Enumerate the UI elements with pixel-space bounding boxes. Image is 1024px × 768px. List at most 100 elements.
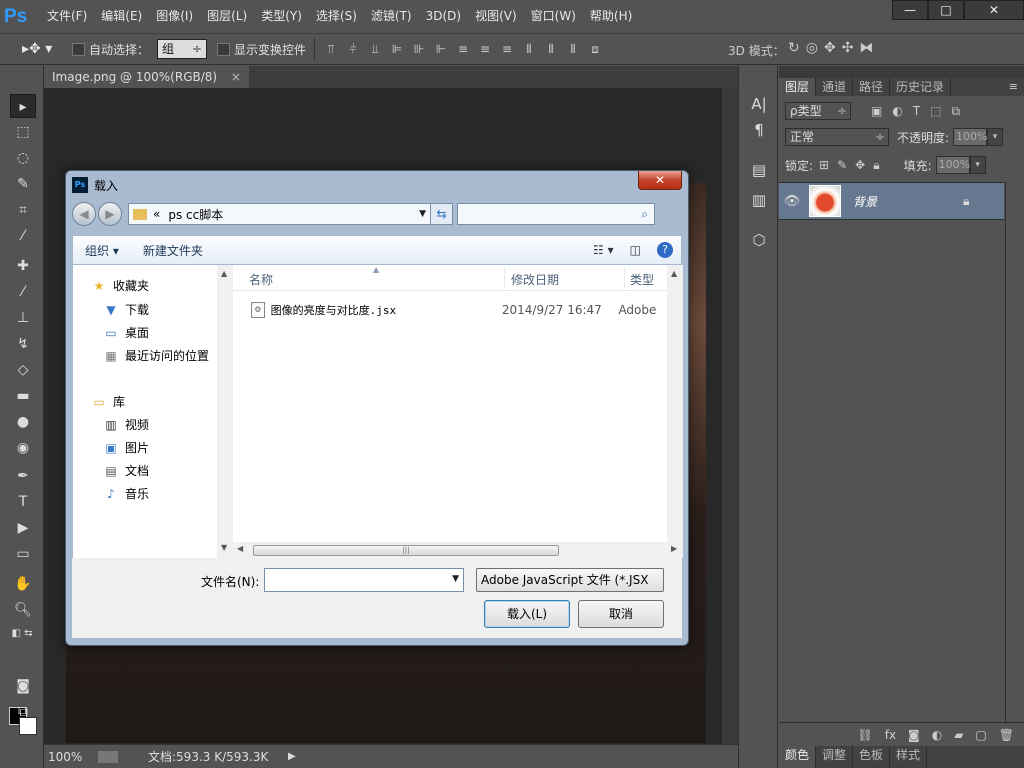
nav-recent[interactable]: ▦ 最近访问的位置 [103, 347, 209, 364]
refresh-button[interactable]: ⇆ [431, 203, 453, 225]
hand-tool-icon[interactable]: ✋ [10, 572, 36, 596]
blur-tool-icon[interactable]: ● [10, 410, 36, 434]
load-button[interactable]: 载入(L) [484, 600, 570, 628]
lock-pixels-icon[interactable]: ✎ [837, 158, 847, 173]
panel-menu-icon[interactable]: ≡ [1009, 80, 1018, 93]
column-date[interactable]: 修改日期 [511, 271, 559, 288]
crop-tool-icon[interactable]: ⌗ [10, 198, 36, 222]
menu-file[interactable]: 文件(F) [40, 0, 94, 33]
document-tab[interactable]: Image.png @ 100%(RGB/8) × [44, 66, 249, 88]
eraser-tool-icon[interactable]: ◇ [10, 358, 36, 382]
nav-scrollbar[interactable]: ▲ ▼ [217, 265, 233, 558]
distribute-top-icon[interactable]: ≡ [455, 42, 471, 57]
pixel-filter-icon[interactable]: ▣ [871, 104, 882, 119]
menu-image[interactable]: 图像(I) [149, 0, 200, 33]
gradient-tool-icon[interactable]: ▬ [10, 384, 36, 408]
close-tab-icon[interactable]: × [231, 70, 241, 84]
blend-mode-dropdown[interactable]: 正常 [785, 128, 889, 146]
opacity-dropdown[interactable]: ▾ [987, 128, 1004, 146]
scroll-right-icon[interactable]: ▶ [671, 544, 677, 553]
type-tool-icon[interactable]: T [10, 490, 36, 514]
column-type[interactable]: 类型 [630, 271, 654, 288]
auto-align-icon[interactable]: ⧈ [587, 42, 603, 57]
distribute-vcenter-icon[interactable]: ≡ [477, 42, 493, 57]
file-list-vscrollbar[interactable]: ▲ [667, 265, 683, 542]
tab-adjustments[interactable]: 调整 [816, 746, 854, 768]
minimize-button[interactable]: — [892, 0, 928, 20]
tab-history[interactable]: 历史记录 [890, 78, 952, 96]
3d-scale-icon[interactable]: ⧓ [859, 40, 873, 56]
scroll-down-icon[interactable]: ▼ [221, 543, 227, 552]
adjustment-filter-icon[interactable]: ◐ [892, 104, 902, 119]
layer-row-background[interactable]: 👁︎ 背景 🔒︎ [779, 182, 1004, 220]
menu-view[interactable]: 视图(V) [468, 0, 524, 33]
maximize-button[interactable]: □ [928, 0, 964, 20]
fill-dropdown[interactable]: ▾ [969, 156, 986, 174]
address-prefix[interactable]: « [153, 207, 160, 221]
link-layers-icon[interactable]: ⛓ [857, 728, 872, 742]
history-brush-tool-icon[interactable]: ↯ [10, 332, 36, 356]
address-dropdown-icon[interactable]: ▼ [419, 209, 426, 219]
brush-tool-icon[interactable]: ⁄ [10, 280, 36, 304]
3d-roll-icon[interactable]: ◎ [806, 40, 818, 56]
type-filter-icon[interactable]: T [913, 104, 920, 119]
column-name[interactable]: 名称 [249, 271, 273, 288]
menu-select[interactable]: 选择(S) [309, 0, 364, 33]
lock-transparent-icon[interactable]: ⊞ [819, 158, 829, 173]
nav-music[interactable]: ♪ 音乐 [103, 485, 149, 502]
filename-input[interactable]: ▼ [264, 568, 464, 592]
align-vcenter-icon[interactable]: ⫩ [345, 42, 361, 57]
tab-layers[interactable]: 图层 [779, 78, 817, 96]
nav-libraries[interactable]: ▭ 库 [91, 393, 125, 410]
3d-pan-icon[interactable]: ✥ [824, 40, 836, 56]
healing-brush-tool-icon[interactable]: ✚ [10, 254, 36, 278]
align-bottom-icon[interactable]: ⫫ [367, 42, 383, 57]
column-separator[interactable] [504, 267, 505, 289]
tab-paths[interactable]: 路径 [853, 78, 891, 96]
file-row[interactable]: ⚙ 图像的亮度与对比度.jsx 2014/9/27 16:47 Adobe [251, 299, 667, 321]
dodge-tool-icon[interactable]: ◉ [10, 436, 36, 460]
align-top-icon[interactable]: ⫪ [323, 42, 339, 57]
nav-desktop[interactable]: ▭ 桌面 [103, 324, 149, 341]
clone-stamp-tool-icon[interactable]: ⊥ [10, 306, 36, 330]
new-folder-button[interactable]: 新建文件夹 [131, 242, 215, 259]
layer-thumbnail[interactable] [809, 185, 841, 217]
menu-layer[interactable]: 图层(L) [200, 0, 254, 33]
align-left-icon[interactable]: ⊫ [389, 42, 405, 57]
marquee-tool-icon[interactable]: ⬚ [10, 120, 36, 144]
new-layer-icon[interactable]: ▢ [975, 728, 986, 742]
file-list-hscrollbar[interactable]: ◀ ||| ▶ [233, 542, 683, 558]
tool-presets-icon[interactable]: ▥ [747, 188, 771, 212]
layer-filter-dropdown[interactable]: ρ类型 [785, 102, 851, 120]
search-input[interactable]: ⌕ [457, 203, 655, 225]
nav-pictures[interactable]: ▣ 图片 [103, 439, 149, 456]
zoom-level[interactable]: 100% [48, 750, 98, 764]
path-select-tool-icon[interactable]: ▶ [10, 516, 36, 540]
preview-pane-icon[interactable]: ◫ [630, 243, 641, 257]
swap-colors-icon[interactable]: ◧ ⇆ [4, 622, 40, 646]
screen-mode-icon[interactable]: ⧉ [10, 700, 36, 724]
shape-filter-icon[interactable]: ⬚ [930, 104, 941, 119]
menu-window[interactable]: 窗口(W) [524, 0, 583, 33]
distribute-bottom-icon[interactable]: ≡ [499, 42, 515, 57]
smart-object-filter-icon[interactable]: ⧉ [952, 104, 961, 119]
auto-select-dropdown[interactable]: 组 [157, 39, 208, 59]
add-mask-icon[interactable]: ◙ [908, 728, 920, 742]
filetype-dropdown[interactable]: Adobe JavaScript 文件 (*.JSX [476, 568, 664, 592]
menu-edit[interactable]: 编辑(E) [94, 0, 149, 33]
notes-panel-icon[interactable]: ▤ [747, 158, 771, 182]
help-icon[interactable]: ? [657, 242, 673, 258]
pen-tool-icon[interactable]: ✒ [10, 464, 36, 488]
3d-rotate-icon[interactable]: ↻ [788, 40, 800, 56]
3d-slide-icon[interactable]: ✣ [842, 40, 854, 56]
opacity-input[interactable]: 100% [953, 128, 988, 146]
lasso-tool-icon[interactable]: ◌ [10, 146, 36, 170]
tab-swatches[interactable]: 色板 [853, 746, 891, 768]
status-icon[interactable] [98, 750, 118, 763]
quick-mask-icon[interactable]: ◙ [10, 674, 36, 698]
canvas-scrollbar[interactable] [722, 88, 738, 744]
menu-help[interactable]: 帮助(H) [583, 0, 639, 33]
close-window-button[interactable]: ✕ [964, 0, 1024, 20]
lock-position-icon[interactable]: ✥ [855, 158, 865, 173]
scroll-up-icon[interactable]: ▲ [221, 269, 227, 278]
